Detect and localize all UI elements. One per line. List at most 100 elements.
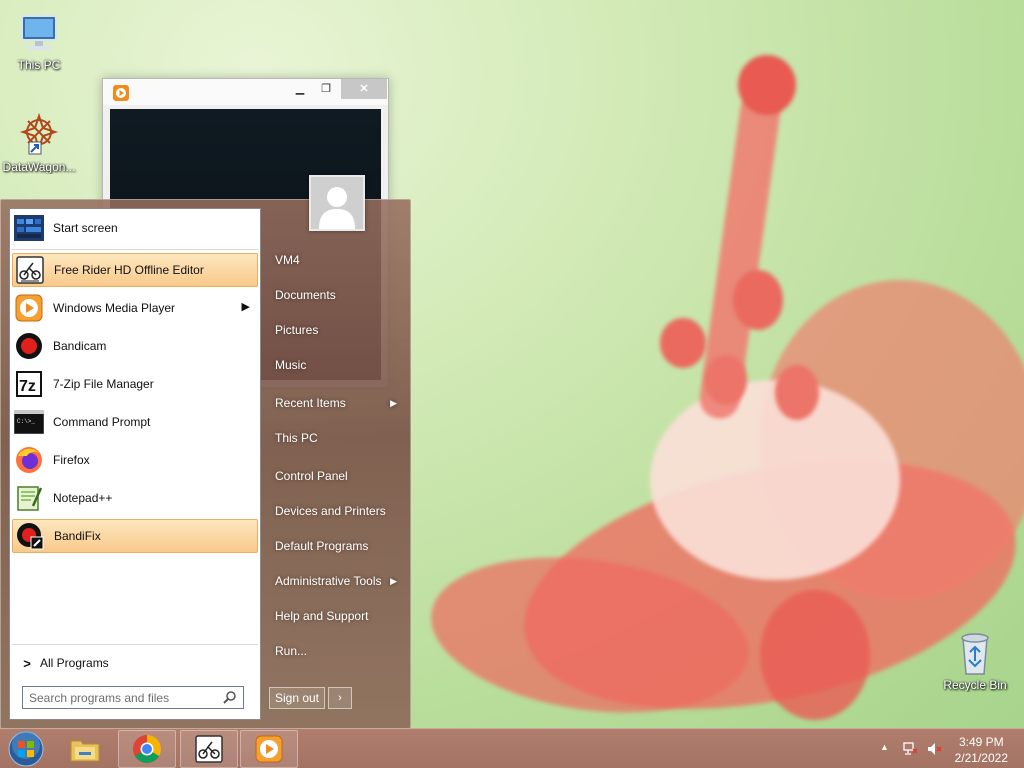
desktop-icon-label: Recycle Bin	[943, 678, 1007, 692]
start-right-devices-printers[interactable]: Devices and Printers	[267, 496, 403, 526]
chevron-right-icon: >	[23, 655, 31, 671]
program-label: Free Rider HD Offline Editor	[54, 263, 204, 277]
start-menu-programs-pane: Start screen Free Rider HD Offline Edito…	[9, 208, 261, 720]
taskbar-file-explorer[interactable]	[56, 730, 114, 768]
submenu-arrow-icon: ▶	[390, 398, 397, 408]
free-rider-icon	[16, 256, 44, 284]
search-box[interactable]	[22, 686, 244, 709]
free-rider-icon	[195, 735, 223, 763]
right-item-label: Recent Items	[275, 396, 346, 410]
desktop-icon-datawagon[interactable]: DataWagon...	[1, 112, 77, 174]
sign-out-options-button[interactable]: ›	[328, 687, 352, 709]
wallpaper-flower-stamen-tip	[733, 270, 783, 330]
start-right-default-programs[interactable]: Default Programs	[267, 531, 403, 561]
desktop-icon-label: This PC	[17, 58, 61, 72]
start-right-user[interactable]: VM4	[267, 245, 403, 275]
all-programs-button[interactable]: > All Programs	[14, 651, 258, 675]
start-menu-frame: VM4 Documents Pictures Music Recent Item…	[0, 175, 411, 729]
right-item-label: Music	[275, 358, 307, 372]
windows-orb-icon	[8, 731, 44, 767]
program-start-screen[interactable]: Start screen	[12, 211, 258, 245]
desktop-icon-label: DataWagon...	[2, 160, 76, 174]
program-windows-media-player[interactable]: Windows Media Player ▶	[12, 291, 258, 325]
submenu-arrow-icon[interactable]: ▶	[242, 300, 250, 313]
chrome-icon	[133, 735, 161, 763]
show-hidden-icons-button[interactable]: ▲	[880, 742, 889, 752]
search-input[interactable]	[29, 690, 219, 705]
wallpaper-flower-stamen-tip	[660, 318, 706, 368]
right-item-label: Documents	[275, 288, 336, 302]
clock-time: 3:49 PM	[958, 735, 1004, 749]
program-label: Command Prompt	[53, 415, 151, 429]
submenu-arrow-icon: ▶	[390, 576, 397, 586]
start-right-help-support[interactable]: Help and Support	[267, 601, 403, 631]
wallpaper-flower-petal	[760, 590, 870, 720]
windows-media-player-icon	[113, 85, 129, 101]
divider	[12, 249, 258, 250]
close-button[interactable]: ✕	[341, 79, 387, 99]
program-bandifix[interactable]: BandiFix	[12, 519, 258, 553]
user-name: VM4	[275, 253, 300, 267]
search-icon[interactable]	[223, 690, 237, 704]
clock[interactable]: 3:49 PM 2/21/2022	[955, 734, 1008, 766]
window-titlebar[interactable]: ▁ ❐ ✕	[103, 79, 388, 105]
start-menu: VM4 Documents Pictures Music Recent Item…	[0, 175, 411, 729]
start-right-documents[interactable]: Documents	[267, 280, 403, 310]
user-icon	[311, 177, 363, 229]
program-command-prompt[interactable]: C:\>_ Command Prompt	[12, 405, 258, 439]
right-item-label: Default Programs	[275, 539, 369, 553]
start-right-run[interactable]: Run...	[267, 636, 403, 666]
all-programs-label: All Programs	[40, 656, 109, 670]
program-bandicam[interactable]: Bandicam	[12, 329, 258, 363]
desktop-icon-this-pc[interactable]: This PC	[1, 10, 77, 72]
divider	[12, 644, 258, 645]
program-label: Bandicam	[53, 339, 107, 353]
wallpaper-flower-stamen-tip	[775, 365, 819, 420]
program-7zip[interactable]: 7z 7-Zip File Manager	[12, 367, 258, 401]
bandicam-icon	[16, 333, 42, 359]
start-right-administrative-tools[interactable]: Administrative Tools ▶	[267, 566, 403, 596]
start-button[interactable]	[6, 730, 46, 768]
taskbar-chrome[interactable]	[118, 730, 176, 768]
desktop-icon-recycle-bin[interactable]: Recycle Bin	[937, 630, 1013, 692]
firefox-icon	[16, 447, 42, 473]
start-right-pictures[interactable]: Pictures	[267, 315, 403, 345]
windows-media-player-icon	[15, 294, 43, 322]
right-item-label: This PC	[275, 431, 318, 445]
bandifix-icon	[17, 523, 44, 550]
right-item-label: Control Panel	[275, 469, 348, 483]
start-right-music[interactable]: Music	[267, 350, 403, 380]
right-item-label: Administrative Tools	[275, 574, 382, 588]
taskbar: ▲ 3:49 PM 2/21/2022	[0, 728, 1024, 768]
wallpaper-flower-stamen-tip	[705, 355, 747, 405]
user-avatar[interactable]	[309, 175, 365, 231]
program-firefox[interactable]: Firefox	[12, 443, 258, 477]
file-explorer-icon	[70, 740, 100, 762]
start-screen-icon	[14, 215, 44, 241]
windows-media-player-icon	[255, 735, 283, 763]
right-item-label: Run...	[275, 644, 308, 658]
start-right-recent-items[interactable]: Recent Items ▶	[267, 388, 403, 418]
program-free-rider[interactable]: Free Rider HD Offline Editor	[12, 253, 258, 287]
wallpaper-flower-stamen-tip	[738, 55, 796, 115]
program-label: BandiFix	[54, 529, 101, 543]
start-right-this-pc[interactable]: This PC	[267, 423, 403, 453]
program-label: Notepad++	[53, 491, 113, 505]
taskbar-free-rider[interactable]	[180, 730, 238, 768]
computer-icon	[21, 15, 57, 50]
clock-date: 2/21/2022	[954, 751, 1008, 765]
datawagon-shortcut-icon	[19, 112, 59, 155]
network-icon[interactable]	[902, 741, 918, 757]
program-notepadpp[interactable]: Notepad++	[12, 481, 258, 515]
start-right-control-panel[interactable]: Control Panel	[267, 461, 403, 491]
sign-out-button[interactable]: Sign out	[269, 687, 325, 709]
notepadpp-icon	[17, 486, 43, 511]
program-label: Start screen	[53, 221, 118, 235]
command-prompt-icon: C:\>_	[14, 410, 44, 434]
maximize-button[interactable]: ❐	[311, 79, 341, 99]
program-label: Firefox	[53, 453, 90, 467]
program-label: 7-Zip File Manager	[53, 377, 154, 391]
wallpaper-flower-center	[650, 380, 900, 580]
volume-muted-icon[interactable]	[926, 741, 942, 757]
taskbar-windows-media-player[interactable]	[240, 730, 298, 768]
